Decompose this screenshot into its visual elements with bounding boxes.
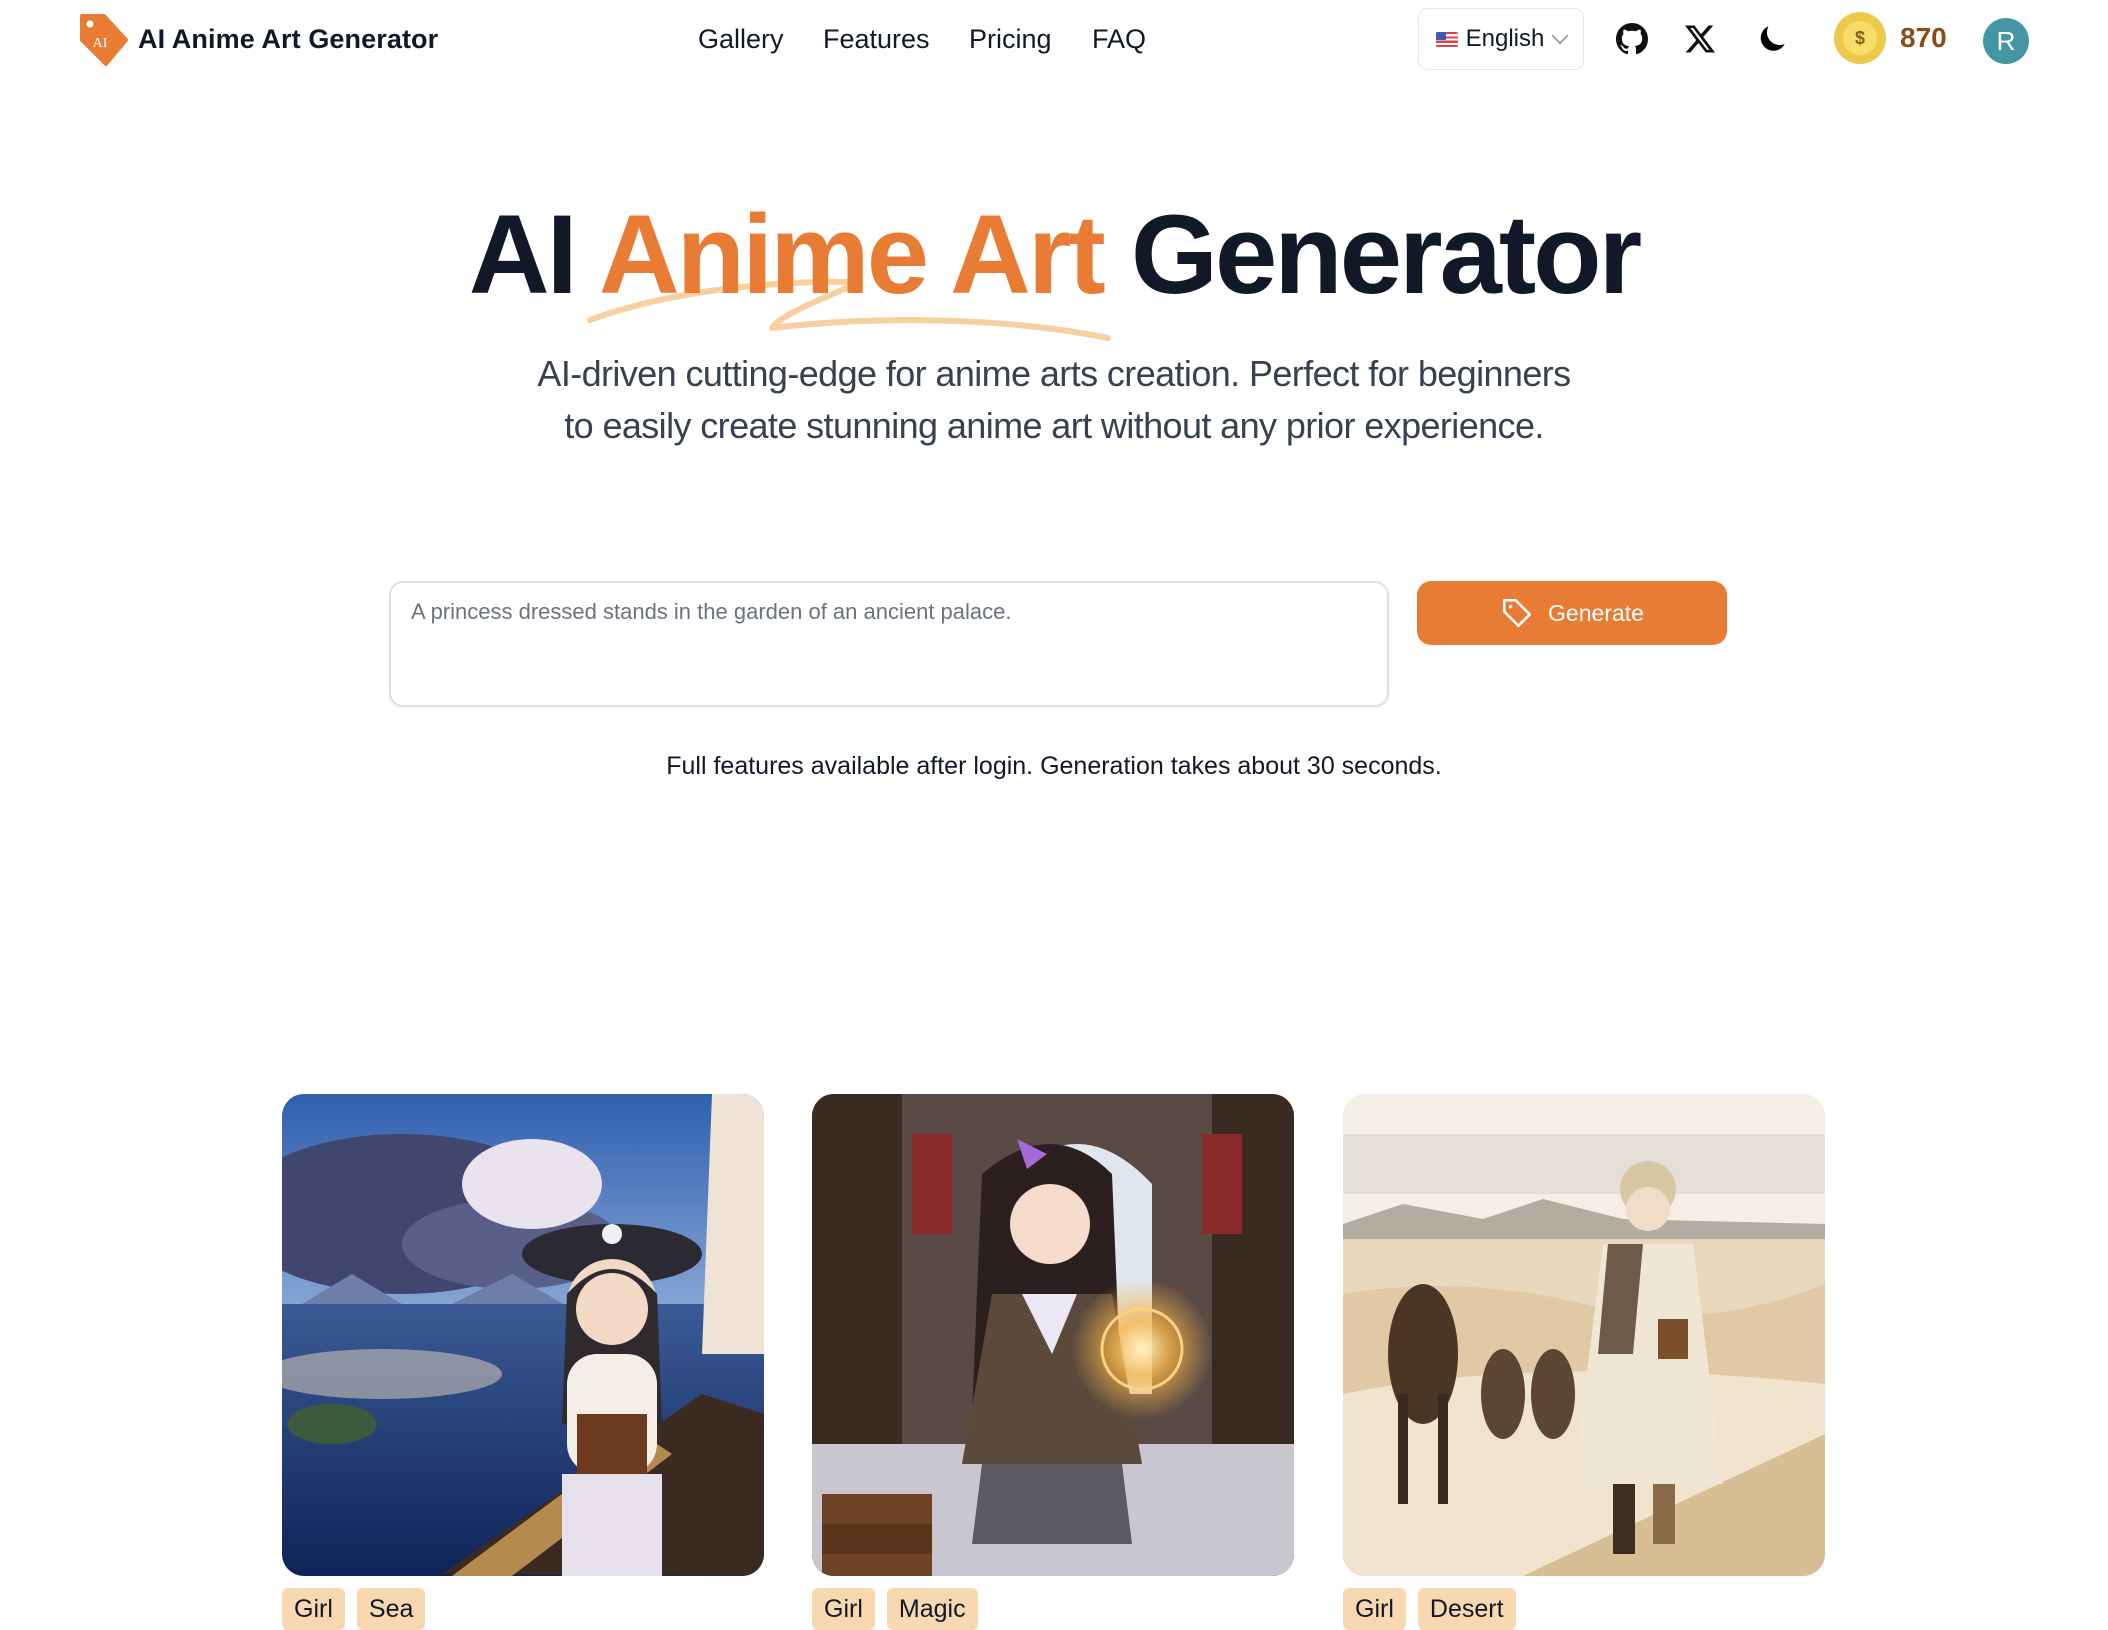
prompt-input[interactable]	[389, 581, 1389, 707]
gallery-image-magic[interactable]	[812, 1094, 1294, 1576]
github-icon[interactable]	[1615, 22, 1649, 56]
title-accent: Anime Art	[598, 192, 1106, 317]
gallery-card: Girl Sea	[282, 1094, 764, 1630]
user-avatar[interactable]: R	[1983, 18, 2029, 64]
nav-pricing[interactable]: Pricing	[969, 24, 1052, 55]
svg-text:AI: AI	[93, 36, 108, 51]
gallery-image-desert[interactable]	[1343, 1094, 1825, 1576]
generate-label: Generate	[1548, 599, 1644, 626]
language-label: English	[1465, 25, 1545, 52]
tag-sea[interactable]: Sea	[356, 1588, 426, 1630]
gallery-image-pirate[interactable]	[282, 1094, 764, 1576]
chevron-down-icon	[1551, 27, 1569, 45]
nav-faq[interactable]: FAQ	[1092, 24, 1146, 55]
tag-icon	[1503, 598, 1532, 628]
credits-count: 870	[1900, 22, 1947, 53]
gallery-card: Girl Desert	[1343, 1094, 1825, 1630]
coin-symbol: $	[1843, 21, 1877, 55]
gallery-card: Girl Magic	[812, 1094, 1294, 1630]
x-icon[interactable]	[1683, 22, 1717, 56]
moon-icon[interactable]	[1755, 22, 1789, 56]
tag-list: Girl Sea	[282, 1588, 764, 1630]
hero-title: AI Anime Art Generator	[0, 190, 2108, 320]
tag-magic[interactable]: Magic	[886, 1588, 978, 1630]
hero-subtitle: AI-driven cutting-edge for anime arts cr…	[0, 348, 2108, 452]
us-flag-icon	[1435, 31, 1458, 47]
subtitle-line-1: AI-driven cutting-edge for anime arts cr…	[537, 353, 1571, 394]
login-note: Full features available after login. Gen…	[666, 752, 1442, 780]
title-part-1: AI	[468, 192, 599, 317]
nav-gallery[interactable]: Gallery	[698, 24, 784, 55]
tag-list: Girl Magic	[812, 1588, 1294, 1630]
nav-features[interactable]: Features	[823, 24, 930, 55]
language-select[interactable]: English	[1418, 8, 1584, 70]
tag-desert[interactable]: Desert	[1417, 1588, 1516, 1630]
subtitle-line-2: to easily create stunning anime art with…	[564, 405, 1544, 446]
tag-girl[interactable]: Girl	[1343, 1588, 1406, 1630]
tag-list: Girl Desert	[1343, 1588, 1825, 1630]
tag-girl[interactable]: Girl	[282, 1588, 345, 1630]
brand-name[interactable]: AI Anime Art Generator	[138, 24, 438, 55]
logo-icon[interactable]: AI	[78, 12, 130, 68]
title-part-2: Generator	[1102, 192, 1642, 317]
coin-icon: $	[1834, 12, 1886, 64]
generate-button[interactable]: Generate	[1417, 581, 1727, 645]
tag-girl[interactable]: Girl	[812, 1588, 875, 1630]
